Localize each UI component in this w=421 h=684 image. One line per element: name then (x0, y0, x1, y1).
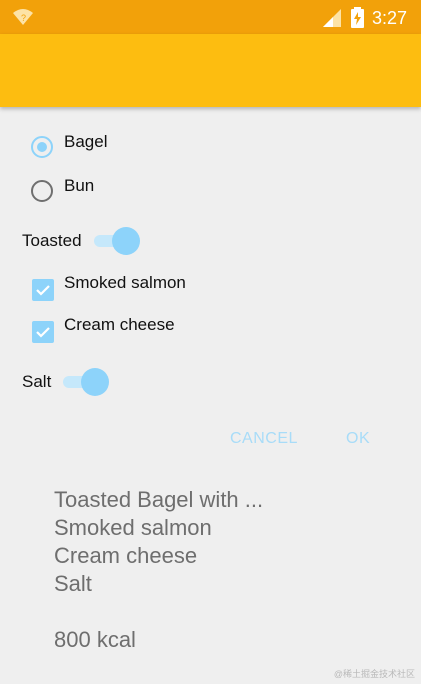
summary-line-topping-2: Cream cheese (54, 543, 198, 568)
summary-line-title: Toasted Bagel with ... (54, 487, 264, 512)
summary-calories: 800 kcal (54, 627, 136, 652)
toasted-label: Toasted (22, 231, 82, 250)
battery-icon (351, 7, 364, 28)
checkbox-checked[interactable] (32, 279, 54, 301)
checkbox-checked[interactable] (32, 321, 54, 343)
radio-option-bun[interactable]: Bun (31, 176, 94, 202)
toasted-row[interactable]: Toasted (22, 226, 140, 256)
svg-text:?: ? (21, 13, 26, 23)
radio-label-bun: Bun (64, 176, 95, 195)
signal-icon (323, 9, 341, 27)
checkbox-smoked-salmon[interactable]: Smoked salmon (32, 273, 186, 301)
cancel-button[interactable]: CANCEL (230, 430, 298, 448)
switch-thumb (111, 227, 140, 255)
checkbox-label-cream-cheese: Cream cheese (64, 315, 175, 334)
radio-button-unchecked[interactable] (31, 180, 53, 202)
watermark: @稀土掘金技术社区 (333, 669, 415, 679)
toasted-switch[interactable] (92, 226, 140, 256)
summary-line-topping-1: Smoked salmon (54, 515, 212, 540)
salt-switch[interactable] (61, 367, 110, 397)
radio-button-checked[interactable] (31, 136, 53, 158)
status-time: 3:27 (372, 8, 408, 28)
summary-line-salt: Salt (54, 571, 92, 596)
wifi-icon: ? (13, 9, 33, 25)
check-icon (36, 285, 50, 296)
salt-row[interactable]: Salt (22, 367, 110, 397)
ok-button[interactable]: OK (346, 430, 370, 448)
switch-thumb (81, 368, 110, 396)
radio-option-bagel[interactable]: Bagel (31, 132, 107, 158)
checkbox-cream-cheese[interactable]: Cream cheese (32, 315, 175, 343)
radio-label-bagel: Bagel (64, 132, 108, 151)
checkbox-label-smoked-salmon: Smoked salmon (64, 273, 186, 292)
status-bar: ? 3:27 (0, 0, 421, 34)
app-bar (0, 34, 421, 107)
order-summary: Toasted Bagel with ... Smoked salmon Cre… (54, 486, 263, 654)
check-icon (36, 327, 50, 338)
salt-label: Salt (22, 372, 52, 391)
